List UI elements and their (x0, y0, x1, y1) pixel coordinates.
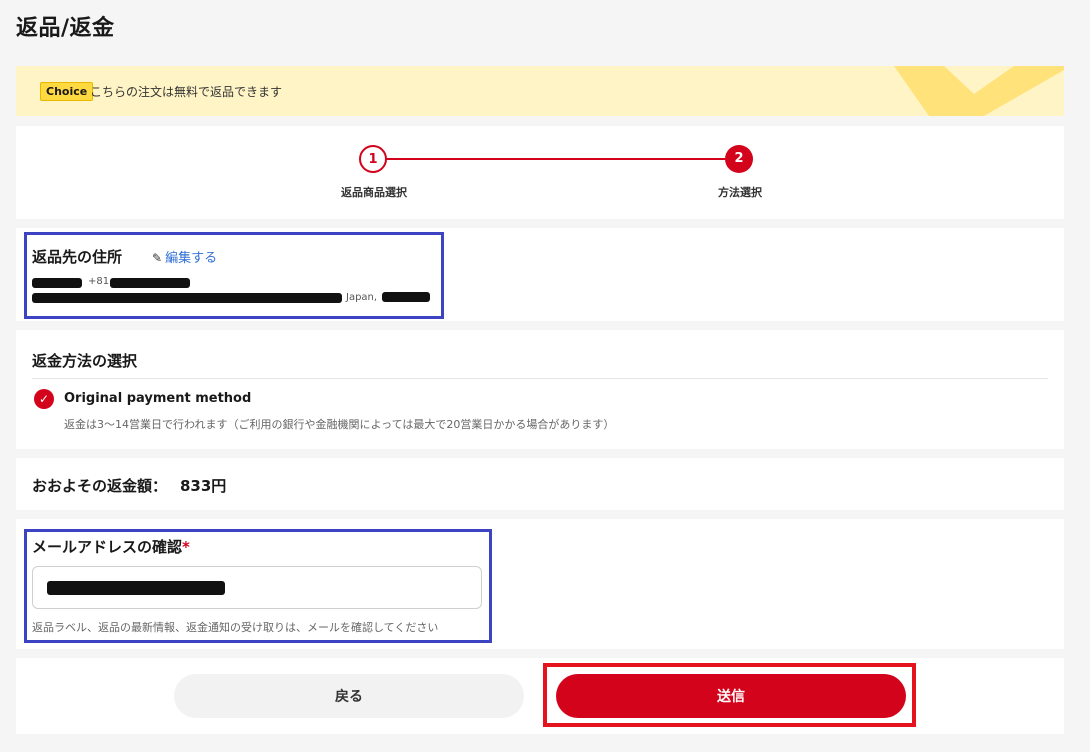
choice-badge: Choice (40, 82, 94, 101)
refund-amount-value: 833円 (180, 477, 227, 495)
refund-amount-section: おおよその返金額： 833円 (16, 458, 1064, 510)
checkmark-icon[interactable]: ✓ (34, 389, 54, 409)
submit-button[interactable]: 送信 (556, 674, 906, 718)
step-1-label: 返品商品選択 (341, 186, 407, 199)
step-connector (374, 158, 740, 160)
redacted-postal (382, 292, 430, 302)
refund-timing-note: 返金は3〜14営業日で行われます（ご利用の銀行や金融機関によっては最大で20営業… (64, 418, 615, 431)
redacted-name (32, 278, 82, 288)
section-divider (32, 378, 1048, 379)
phone-prefix: +81 (88, 276, 110, 287)
free-return-banner: Choice こちらの注文は無料で返品できます (16, 66, 1064, 116)
email-confirmation-section: メールアドレスの確認* 返品ラベル、返品の最新情報、返金通知の受け取りは、メール… (16, 519, 1064, 649)
redacted-phone (110, 278, 190, 288)
progress-stepper: 1 2 返品商品選択 方法選択 (16, 126, 1064, 219)
refund-amount-label: おおよその返金額： (32, 477, 168, 495)
return-address-section: 返品先の住所 ✎ 編集する +81 Japan, (16, 228, 1064, 321)
email-title-text: メールアドレスの確認 (32, 538, 183, 556)
email-hint: 返品ラベル、返品の最新情報、返金通知の受け取りは、メールを確認してください (32, 621, 439, 634)
refund-method-section: 返金方法の選択 ✓ Original payment method 返金は3〜1… (16, 330, 1064, 449)
edit-address-label: 編集する (165, 251, 218, 266)
required-mark: * (182, 538, 190, 556)
email-field[interactable] (32, 566, 482, 609)
pencil-icon: ✎ (152, 251, 163, 265)
step-2-label: 方法選択 (718, 186, 762, 199)
back-button[interactable]: 戻る (174, 674, 524, 718)
email-title: メールアドレスの確認* (32, 536, 190, 557)
redacted-email (47, 581, 225, 595)
refund-method-title: 返金方法の選択 (32, 352, 138, 370)
refund-option-label[interactable]: Original payment method (64, 391, 251, 406)
step-2-indicator: 2 (725, 145, 753, 173)
address-title: 返品先の住所 (32, 248, 123, 266)
banner-text: こちらの注文は無料で返品できます (90, 85, 283, 99)
step-1-indicator: 1 (359, 145, 387, 173)
actions-bar: 戻る 送信 (16, 658, 1064, 734)
banner-decoration-icon (894, 66, 1064, 116)
redacted-address (32, 293, 342, 303)
address-country: Japan, (346, 292, 378, 303)
page-title: 返品/返金 (16, 16, 115, 41)
edit-address-link[interactable]: ✎ 編集する (152, 247, 217, 266)
